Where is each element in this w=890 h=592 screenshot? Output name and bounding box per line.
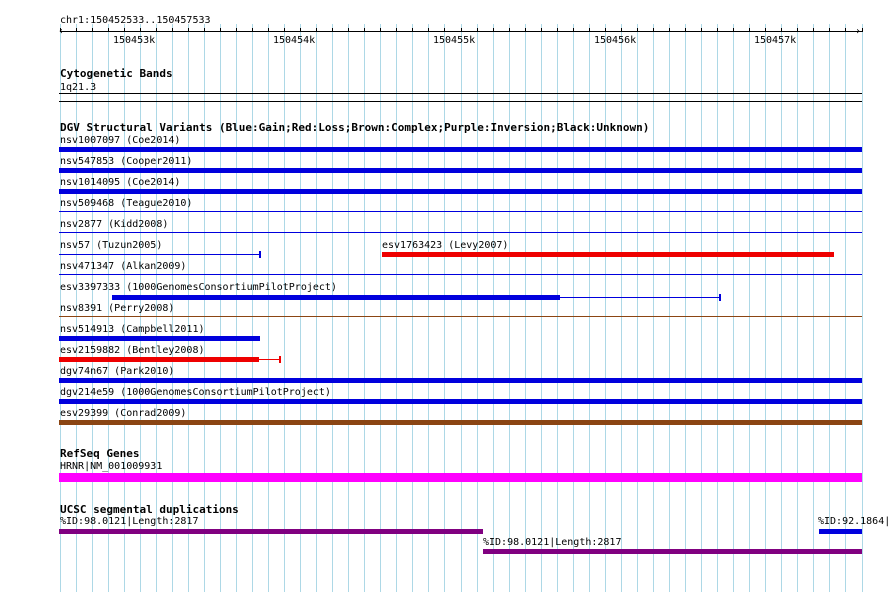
feature-label: esv3397333 (1000GenomesConsortiumPilotPr… (60, 282, 337, 293)
cyto-band[interactable] (59, 93, 862, 94)
feature-label: nsv471347 (Alkan2009) (60, 261, 187, 272)
complex-variant-bar[interactable] (59, 420, 862, 425)
feature-label: esv2159882 (Bentley2008) (60, 345, 205, 356)
feature-label: dgv214e59 (1000GenomesConsortiumPilotPro… (60, 387, 331, 398)
ruler-tick: 150454k (273, 35, 316, 46)
ruler-left-arrow: ‹ (58, 26, 65, 37)
feature-label: esv1763423 (Levy2007) (382, 240, 509, 251)
feature-label: nsv509468 (Teague2010) (60, 198, 193, 209)
segdup-bar[interactable] (483, 549, 862, 554)
variant-end-cap (719, 294, 721, 301)
gain-variant-bar[interactable] (59, 378, 862, 383)
feature-label: %ID:98.0121|Length:2817 (483, 537, 622, 548)
feature-label: nsv2877 (Kidd2008) (60, 219, 169, 230)
gene-bar[interactable] (59, 473, 862, 482)
cyto-band[interactable] (59, 101, 862, 102)
feature-label: nsv547853 (Cooper2011) (60, 156, 193, 167)
ruler-right-arrow: › (855, 26, 862, 37)
refseq-track-title: RefSeq Genes (60, 447, 140, 460)
feature-label: nsv514913 (Campbell2011) (60, 324, 205, 335)
loss-variant-bar[interactable] (382, 252, 834, 257)
variant-end-cap (279, 356, 281, 363)
feature-label: nsv1007097 (Coe2014) (60, 135, 181, 146)
cyto-track-title: Cytogenetic Bands (60, 67, 173, 80)
gain-variant-line[interactable] (59, 211, 862, 212)
gain-variant-bar[interactable] (59, 336, 260, 341)
gain-variant-bar[interactable] (59, 399, 862, 404)
gain-variant-line[interactable] (560, 297, 720, 298)
gain-variant-bar[interactable] (112, 295, 560, 300)
ruler-axis (60, 31, 862, 32)
feature-label: esv29399 (Conrad2009) (60, 408, 187, 419)
loss-variant-bar[interactable] (59, 357, 259, 362)
dgv-track-title: DGV Structural Variants (Blue:Gain;Red:L… (60, 121, 650, 134)
gain-variant-line[interactable] (59, 274, 862, 275)
feature-label: nsv8391 (Perry2008) (60, 303, 175, 314)
ruler-tick: 150453k (113, 35, 156, 46)
ruler-tick: 150456k (594, 35, 637, 46)
loss-variant-line[interactable] (259, 359, 280, 360)
feature-label: dgv74n67 (Park2010) (60, 366, 175, 377)
complex-variant-line[interactable] (59, 316, 862, 317)
cyto-band-label: 1q21.3 (60, 82, 97, 93)
gain-variant-line[interactable] (59, 254, 260, 255)
gain-variant-bar[interactable] (59, 189, 862, 194)
gain-variant-bar[interactable] (59, 147, 862, 152)
segdup-track-title: UCSC segmental duplications (60, 503, 239, 516)
variant-end-cap (259, 251, 261, 258)
ruler-tick: 150457k (754, 35, 797, 46)
ruler-tick: 150455k (433, 35, 476, 46)
feature-label: nsv1014095 (Coe2014) (60, 177, 181, 188)
segdup-bar[interactable] (59, 529, 483, 534)
gain-variant-bar[interactable] (59, 168, 862, 173)
gene-label: HRNR|NM_001009931 (60, 461, 163, 472)
feature-label: nsv57 (Tuzun2005) (60, 240, 163, 251)
feature-label: %ID:98.0121|Length:2817 (60, 516, 199, 527)
gain-variant-line[interactable] (59, 232, 862, 233)
ruler-label: chr1:150452533..150457533 (60, 15, 211, 26)
segdup-bar[interactable] (819, 529, 862, 534)
feature-label: %ID:92.1864| (818, 516, 890, 527)
